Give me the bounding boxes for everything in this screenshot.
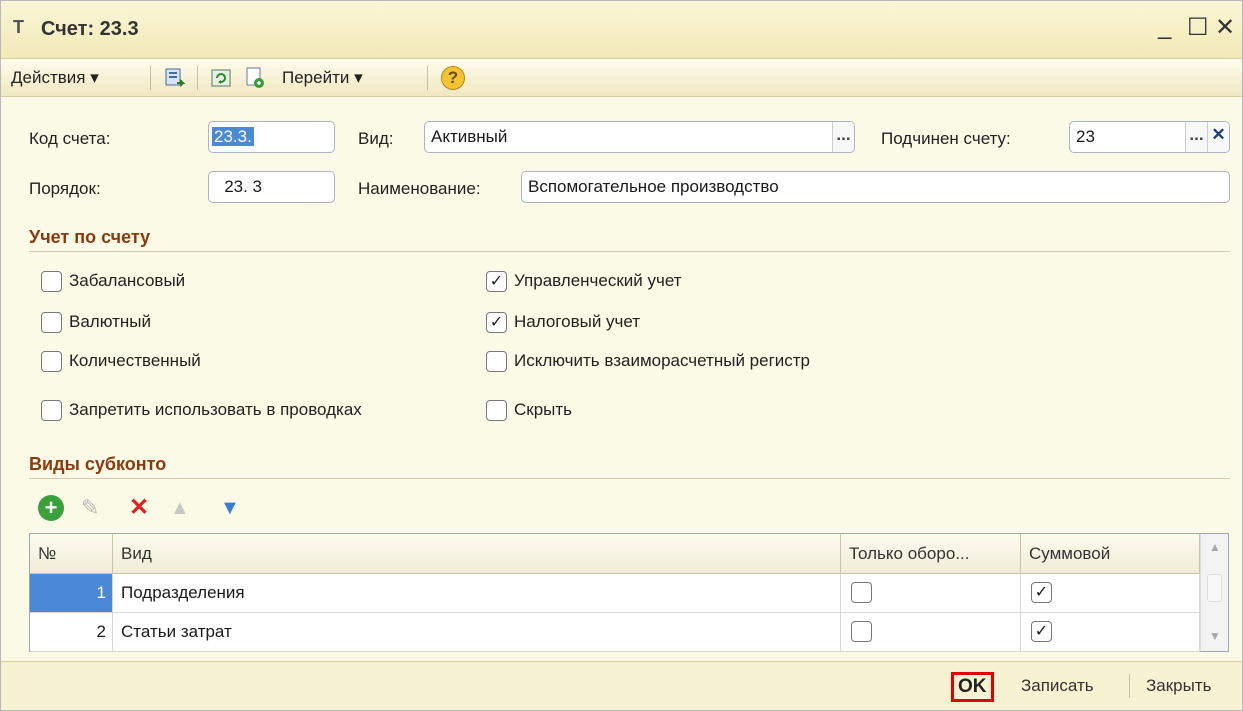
footer-bar: OK Записать Закрыть	[1, 661, 1242, 710]
checkbox-label: Запретить использовать в проводках	[69, 400, 362, 419]
checkbox-label: Налоговый учет	[514, 312, 641, 331]
toolbar-separator	[150, 66, 151, 90]
column-header-turnover[interactable]: Только оборо...	[841, 534, 1021, 574]
refresh-icon[interactable]	[209, 66, 233, 90]
kind-value: Активный	[431, 127, 508, 146]
checkbox-label: Забалансовый	[69, 271, 186, 290]
turnover-checkbox[interactable]	[851, 582, 872, 603]
row-sum-cell: ✓	[1021, 574, 1200, 613]
help-icon[interactable]: ?	[441, 66, 465, 90]
subconto-table: № Вид Только оборо... Суммовой 1 Подразд…	[29, 533, 1229, 652]
checkbox-box	[41, 271, 62, 292]
checkbox-box: ✓	[486, 271, 507, 292]
column-header-number[interactable]: №	[30, 534, 113, 574]
scroll-up-icon[interactable]: ▲	[1209, 540, 1221, 554]
code-field[interactable]: 23.3.	[208, 121, 335, 153]
checkbox-box: ✓	[486, 312, 507, 333]
checkbox-label: Управленческий учет	[514, 271, 682, 290]
save-button[interactable]: Записать	[1021, 676, 1094, 696]
scroll-down-icon[interactable]: ▼	[1209, 629, 1221, 643]
goto-menu[interactable]: Перейти ▾	[282, 59, 363, 97]
copy-document-icon[interactable]	[243, 66, 267, 90]
sum-checkbox[interactable]: ✓	[1031, 621, 1052, 642]
row-kind[interactable]: Статьи затрат	[113, 613, 841, 652]
column-header-sum[interactable]: Суммовой	[1021, 534, 1200, 574]
order-label: Порядок:	[29, 179, 101, 198]
checkbox-label: Количественный	[69, 351, 201, 370]
app-icon: Т	[13, 17, 24, 37]
checkbox-label: Исключить взаиморасчетный регистр	[514, 351, 811, 370]
parent-select-button[interactable]: ...	[1185, 122, 1207, 152]
minimize-button[interactable]: _	[1158, 13, 1171, 41]
section-divider	[29, 478, 1230, 479]
actions-menu[interactable]: Действия ▾	[11, 59, 99, 97]
table-scrollbar[interactable]: ▲ ▼	[1200, 534, 1228, 651]
title-bar: Т Счет: 23.3 _ ☐ ✕	[1, 1, 1242, 59]
account-window: Т Счет: 23.3 _ ☐ ✕ Действия ▾ Перейти ▾ …	[0, 0, 1243, 711]
row-number: 2	[30, 613, 113, 652]
order-value: 23. 3	[224, 177, 262, 196]
save-close-icon[interactable]	[163, 66, 187, 90]
window-title: Счет: 23.3	[41, 18, 139, 40]
accounting-section-title: Учет по счету	[29, 227, 151, 247]
parent-field[interactable]: 23 ... ✕	[1069, 121, 1230, 153]
parent-clear-button[interactable]: ✕	[1207, 122, 1229, 152]
subconto-section-title: Виды субконто	[29, 454, 167, 474]
code-label: Код счета:	[29, 129, 111, 148]
toolbar-separator	[427, 66, 428, 90]
row-number: 1	[30, 574, 113, 613]
toolbar: Действия ▾ Перейти ▾ ?	[1, 59, 1242, 97]
checkbox-box	[41, 400, 62, 421]
add-row-icon[interactable]: +	[38, 495, 64, 521]
parent-label: Подчинен счету:	[881, 129, 1011, 148]
turnover-checkbox[interactable]	[851, 621, 872, 642]
checkbox-box	[486, 400, 507, 421]
kind-field[interactable]: Активный ...	[424, 121, 855, 153]
sum-checkbox[interactable]: ✓	[1031, 582, 1052, 603]
row-sum-cell: ✓	[1021, 613, 1200, 652]
close-window-button[interactable]: ✕	[1215, 13, 1235, 42]
checkbox-label: Скрыть	[514, 400, 573, 419]
row-turnover-cell	[841, 574, 1021, 613]
checkbox-label: Валютный	[69, 312, 151, 331]
kind-select-button[interactable]: ...	[832, 122, 854, 152]
move-up-icon[interactable]: ▲	[170, 497, 190, 520]
row-kind[interactable]: Подразделения	[113, 574, 841, 613]
parent-value: 23	[1076, 127, 1095, 146]
section-divider	[29, 251, 1230, 252]
order-field[interactable]: 23. 3	[208, 171, 335, 203]
row-turnover-cell	[841, 613, 1021, 652]
kind-label: Вид:	[358, 129, 394, 148]
name-label: Наименование:	[358, 179, 481, 198]
checkbox-box	[41, 351, 62, 372]
code-value: 23.3.	[212, 127, 254, 146]
scroll-thumb[interactable]	[1207, 574, 1222, 602]
column-header-kind[interactable]: Вид	[113, 534, 841, 574]
checkbox-box	[41, 312, 62, 333]
name-field[interactable]: Вспомогательное производство	[521, 171, 1230, 203]
footer-separator	[1129, 674, 1130, 698]
move-down-icon[interactable]: ▼	[220, 497, 240, 520]
toolbar-separator	[197, 66, 198, 90]
checkbox-box	[486, 351, 507, 372]
name-value: Вспомогательное производство	[528, 177, 779, 196]
ok-button[interactable]: OK	[951, 672, 994, 702]
delete-row-icon[interactable]: ✕	[129, 493, 149, 522]
maximize-button[interactable]: ☐	[1187, 13, 1209, 42]
edit-row-icon[interactable]: ✎	[81, 495, 99, 521]
close-button[interactable]: Закрыть	[1146, 676, 1211, 696]
